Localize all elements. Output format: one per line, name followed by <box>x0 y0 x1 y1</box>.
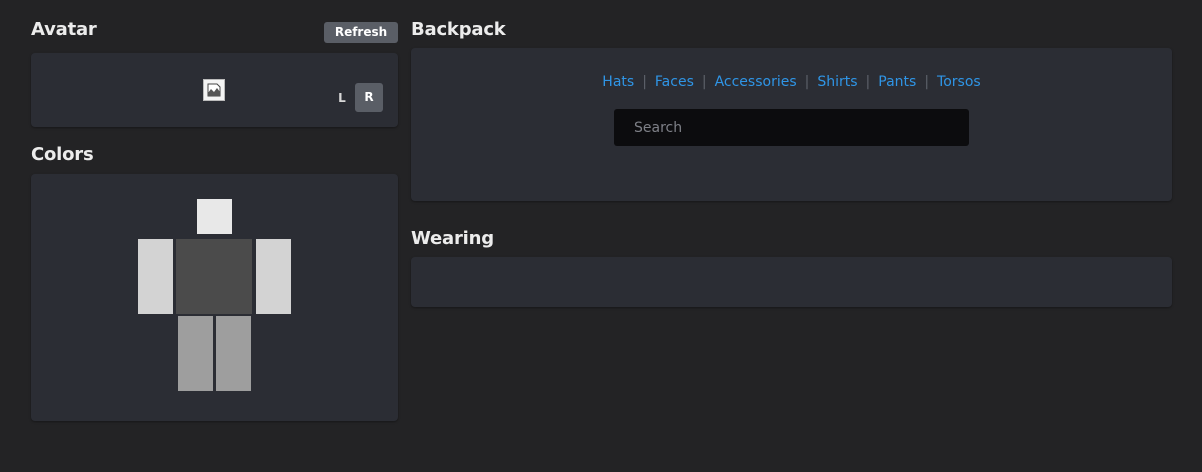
tab-separator: | <box>865 74 871 90</box>
tab-pants[interactable]: Pants <box>878 74 916 90</box>
wearing-panel <box>411 257 1172 307</box>
tab-separator: | <box>804 74 810 90</box>
broken-image-icon <box>203 79 225 101</box>
backpack-search-input[interactable] <box>614 109 969 146</box>
tab-separator: | <box>924 74 930 90</box>
refresh-button[interactable]: Refresh <box>324 22 398 43</box>
rig-toggle-left[interactable]: L <box>332 84 352 112</box>
tab-separator: | <box>642 74 647 90</box>
rig-toggle-right[interactable]: R <box>355 83 383 112</box>
backpack-category-tabs: Hats | Faces | Accessories | Shirts | Pants | Tors… <box>411 74 1172 94</box>
tab-accessories[interactable]: Accessories <box>715 74 797 90</box>
tab-shirts[interactable]: Shirts <box>817 74 857 90</box>
right-leg-color-part[interactable] <box>216 316 251 391</box>
tab-faces[interactable]: Faces <box>655 74 694 90</box>
colors-title: Colors <box>31 144 94 165</box>
left-arm-color-part[interactable] <box>138 239 173 314</box>
backpack-title: Backpack <box>411 19 506 40</box>
tab-hats[interactable]: Hats <box>602 74 634 90</box>
wearing-title: Wearing <box>411 228 494 249</box>
avatar-title: Avatar <box>31 19 97 40</box>
right-arm-color-part[interactable] <box>256 239 291 314</box>
tab-separator: | <box>701 74 707 90</box>
head-color-part[interactable] <box>197 199 232 234</box>
tab-torsos[interactable]: Torsos <box>937 74 981 90</box>
left-leg-color-part[interactable] <box>178 316 213 391</box>
torso-color-part[interactable] <box>176 239 252 314</box>
